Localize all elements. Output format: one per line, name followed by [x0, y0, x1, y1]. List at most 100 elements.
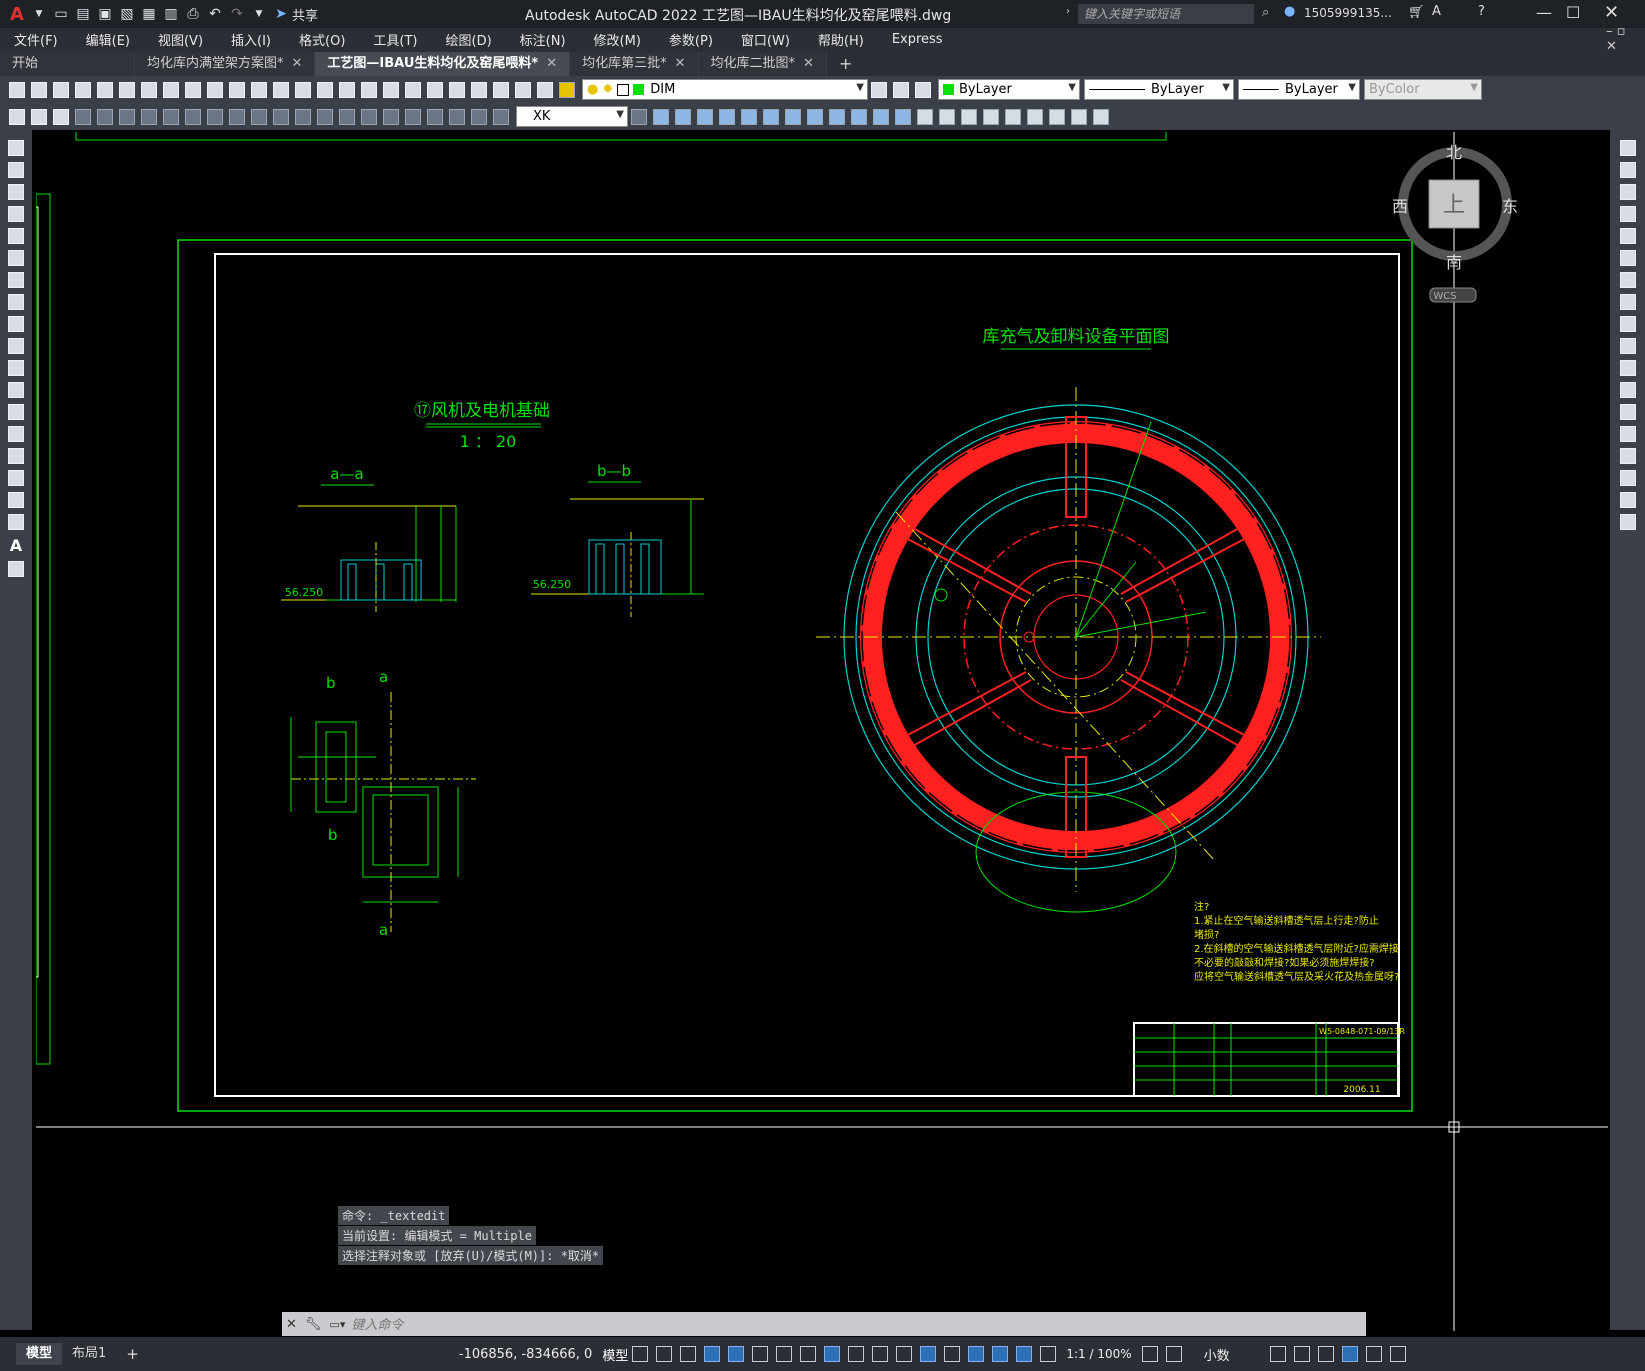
stretch-icon[interactable]	[1619, 316, 1636, 332]
gradient-icon[interactable]	[8, 470, 24, 486]
move-icon[interactable]	[1619, 250, 1636, 266]
make-block-icon[interactable]	[8, 404, 24, 420]
command-input[interactable]	[349, 1315, 1366, 1333]
blend-curves-icon[interactable]	[1619, 492, 1636, 508]
zoom-previous-icon[interactable]	[383, 81, 399, 98]
break-at-point-icon[interactable]	[1619, 382, 1636, 398]
gizmo-icon[interactable]	[992, 1346, 1009, 1362]
object-snap-tracking-icon[interactable]	[800, 1346, 817, 1362]
solid-icon[interactable]	[917, 108, 933, 125]
auto-scale-icon[interactable]	[1040, 1346, 1057, 1362]
insert-block-icon[interactable]	[8, 382, 24, 398]
array-icon[interactable]	[1619, 228, 1636, 244]
dim-edit-icon[interactable]	[449, 108, 465, 125]
explode-icon[interactable]	[1619, 514, 1636, 530]
help-icon[interactable]	[537, 81, 553, 98]
plot-icon[interactable]: ⎙	[182, 3, 204, 25]
units-dropdown[interactable]: 小数	[1204, 1345, 1230, 1364]
annotation-scale[interactable]: 1:1 / 100%	[1066, 1347, 1131, 1361]
solid-icon[interactable]	[1005, 108, 1021, 125]
menu-parametric[interactable]: 参数(P)	[655, 30, 727, 49]
diameter-dim-icon[interactable]	[207, 108, 223, 125]
web-mobile-open-icon[interactable]: ▦	[138, 3, 160, 25]
lineweight-dropdown[interactable]: ByLayer ▼	[1238, 79, 1360, 100]
view-icon[interactable]	[675, 108, 691, 125]
spline-icon[interactable]	[8, 316, 24, 332]
make-current-layer-icon[interactable]	[871, 81, 887, 98]
chamfer-icon[interactable]	[1619, 448, 1636, 464]
annotation-visibility-icon[interactable]	[1016, 1346, 1033, 1362]
new-file-icon[interactable]: ▭	[50, 3, 72, 25]
dynamic-input-icon[interactable]	[704, 1346, 721, 1362]
ellipse-icon[interactable]	[8, 338, 24, 354]
mtext-icon[interactable]: A	[10, 536, 22, 555]
menu-format[interactable]: 格式(O)	[285, 30, 359, 49]
plotstyle-dropdown[interactable]: ByColor ▼	[1364, 79, 1482, 100]
dim-update-icon[interactable]	[493, 108, 509, 125]
ucs-icon[interactable]	[785, 108, 801, 125]
table-icon[interactable]	[8, 514, 24, 530]
tolerance-icon[interactable]	[361, 108, 377, 125]
menu-express[interactable]: Express	[878, 32, 957, 47]
ucs-icon[interactable]	[763, 108, 779, 125]
share-button[interactable]: 共享	[292, 5, 318, 24]
menu-modify[interactable]: 修改(M)	[580, 30, 655, 49]
web-mobile-save-icon[interactable]: ▥	[160, 3, 182, 25]
polygon-icon[interactable]	[8, 206, 24, 222]
dimstyle-dropdown[interactable]: XK ▼	[516, 106, 628, 127]
help-icon[interactable]: ?	[1478, 4, 1485, 19]
viewcube-south[interactable]: 南	[1446, 253, 1462, 272]
ucs-icon[interactable]	[895, 108, 911, 125]
tab-document[interactable]: 均化库二批图* ✕	[698, 52, 827, 76]
continue-dim-icon[interactable]	[295, 108, 311, 125]
open-folder-icon[interactable]: ▤	[72, 3, 94, 25]
close-icon[interactable]: ✕	[546, 56, 557, 71]
attach-icon[interactable]	[31, 108, 47, 125]
wrench-icon[interactable]: 🔧︎	[305, 1317, 322, 1332]
image-icon[interactable]	[9, 108, 25, 125]
menu-dimension[interactable]: 标注(N)	[506, 30, 580, 49]
new-icon[interactable]	[9, 81, 25, 98]
viewcube-east[interactable]: 东	[1502, 197, 1518, 216]
fillet-icon[interactable]	[1619, 470, 1636, 486]
layer-previous-icon[interactable]	[893, 81, 909, 98]
menu-file[interactable]: 文件(F)	[0, 30, 72, 49]
menu-window[interactable]: 窗口(W)	[727, 30, 804, 49]
radius-dim-icon[interactable]	[163, 108, 179, 125]
close-icon[interactable]: ✕	[292, 56, 303, 71]
linear-dim-icon[interactable]	[75, 108, 91, 125]
annotation-monitor-icon[interactable]	[1165, 1346, 1182, 1362]
snap-icon[interactable]	[656, 1346, 673, 1362]
dynamic-ucs-icon[interactable]	[944, 1346, 961, 1362]
tab-document[interactable]: 均化库第三批* ✕	[570, 52, 699, 76]
menu-insert[interactable]: 插入(I)	[217, 30, 285, 49]
markup-icon[interactable]	[493, 81, 509, 98]
layer-dropdown[interactable]: ● ✹ DIM ▼	[582, 79, 868, 100]
layout-tab-layout1[interactable]: 布局1	[62, 1343, 116, 1365]
model-space-button[interactable]: 模型	[602, 1345, 628, 1364]
viewcube-west[interactable]: 西	[1392, 197, 1408, 216]
coordinates-readout[interactable]: -106856, -834666, 0	[459, 1347, 592, 1362]
quick-dim-icon[interactable]	[251, 108, 267, 125]
inspection-icon[interactable]	[405, 108, 421, 125]
design-center-icon[interactable]	[427, 81, 443, 98]
menu-edit[interactable]: 编辑(E)	[72, 30, 144, 49]
new-tab-plus-icon[interactable]: +	[827, 52, 864, 76]
ucs-icon[interactable]	[873, 108, 889, 125]
dim-space-icon[interactable]	[317, 108, 333, 125]
dim-break-icon[interactable]	[339, 108, 355, 125]
lock-ui-icon[interactable]	[1293, 1346, 1310, 1362]
point-icon[interactable]	[8, 426, 24, 442]
solid-icon[interactable]	[1049, 108, 1065, 125]
erase-icon[interactable]	[1619, 140, 1636, 156]
undo-icon[interactable]: ↶	[204, 3, 226, 25]
layer-properties-icon[interactable]	[559, 81, 575, 98]
polyline-icon[interactable]	[8, 184, 24, 200]
view-icon[interactable]	[653, 108, 669, 125]
selection-filter-icon[interactable]	[968, 1346, 985, 1362]
menu-draw[interactable]: 绘图(D)	[432, 30, 506, 49]
search-icon[interactable]: ⌕	[1262, 5, 1269, 20]
ucs-icon[interactable]	[741, 108, 757, 125]
trim-icon[interactable]	[1619, 338, 1636, 354]
viewcube[interactable]: 上 北 南 东 西 WCS	[1392, 143, 1518, 303]
